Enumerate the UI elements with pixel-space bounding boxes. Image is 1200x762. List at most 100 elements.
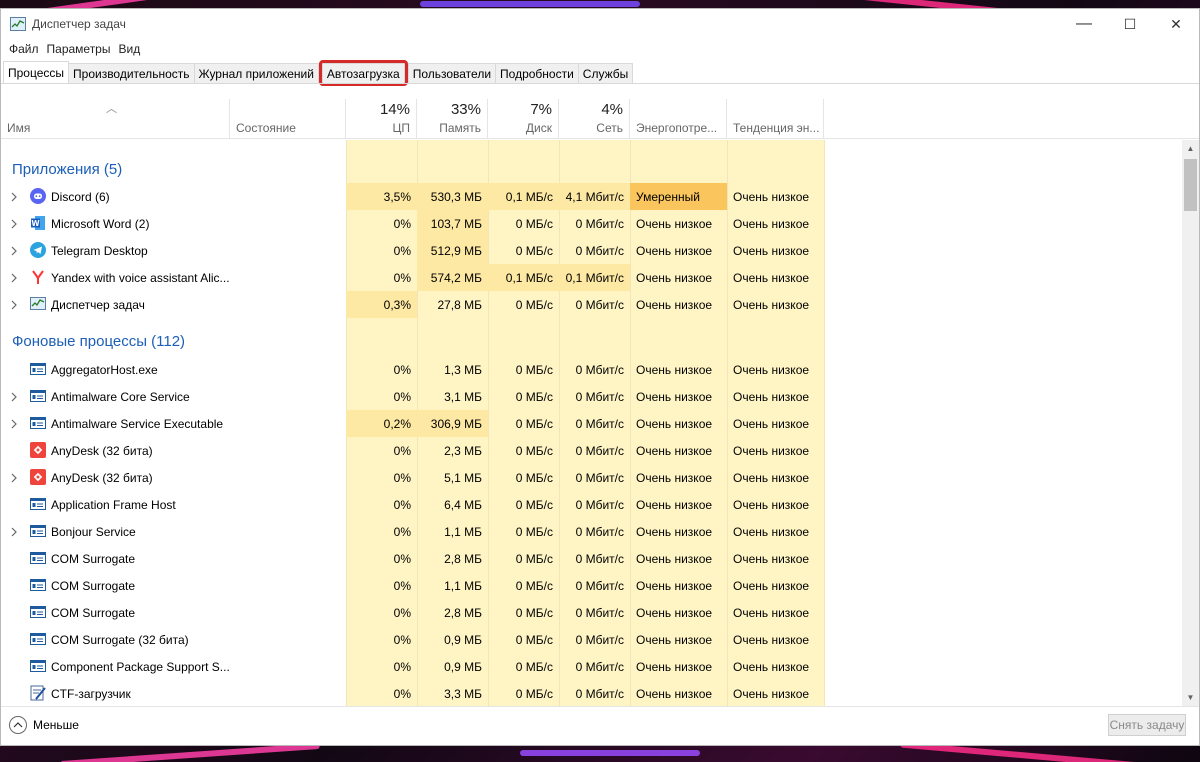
process-row[interactable]: AnyDesk (32 бита) 0% 5,1 МБ 0 МБ/с 0 Мбит/с О… bbox=[1, 464, 824, 491]
cpu-value: 0% bbox=[393, 443, 411, 458]
column-status[interactable]: Состояние bbox=[230, 99, 346, 139]
process-row[interactable]: CTF-загрузчик 0% 3,3 МБ 0 МБ/с 0 Мбит/с Очень… bbox=[1, 680, 824, 706]
power-trend-value: Очень низкое bbox=[733, 270, 810, 285]
column-name-label: Имя bbox=[7, 121, 31, 135]
process-row[interactable]: Antimalware Core Service 0% 3,1 МБ 0 МБ/с 0 … bbox=[1, 383, 824, 410]
service-icon bbox=[30, 658, 46, 674]
process-row[interactable]: COM Surrogate 0% 2,8 МБ 0 МБ/с 0 Мбит/с Очень… bbox=[1, 599, 824, 626]
footer: Меньше Снять задачу bbox=[1, 706, 1199, 745]
scroll-up-icon[interactable]: ▲ bbox=[1182, 140, 1199, 157]
memory-value: 6,4 МБ bbox=[444, 497, 482, 512]
end-task-button[interactable]: Снять задачу bbox=[1108, 714, 1186, 736]
process-row[interactable]: Диспетчер задач 0,3% 27,8 МБ 0 МБ/с 0 Мбит/с… bbox=[1, 291, 824, 318]
power-trend-value: Очень низкое bbox=[733, 470, 810, 485]
disk-value: 0 МБ/с bbox=[515, 243, 553, 258]
menu-options[interactable]: Параметры bbox=[43, 42, 115, 56]
menu-file[interactable]: Файл bbox=[5, 42, 43, 56]
power-trend-value: Очень низкое bbox=[733, 189, 810, 204]
tab-details[interactable]: Подробности bbox=[495, 63, 579, 83]
column-network-label: Сеть bbox=[596, 121, 623, 135]
process-row[interactable]: Bonjour Service 0% 1,1 МБ 0 МБ/с 0 Мбит/с Оче… bbox=[1, 518, 824, 545]
process-name: COM Surrogate bbox=[51, 551, 136, 566]
section-apps: Приложения (5) bbox=[12, 160, 123, 178]
disk-value: 0 МБ/с bbox=[515, 297, 553, 312]
process-name: AggregatorHost.exe bbox=[51, 362, 158, 377]
network-value: 0 Мбит/с bbox=[575, 524, 624, 539]
process-name: Microsoft Word (2) bbox=[51, 216, 150, 231]
column-network[interactable]: 4% Сеть bbox=[559, 99, 630, 139]
process-row[interactable]: Yandex with voice assistant Alic... 0% 574… bbox=[1, 264, 824, 291]
power-usage-value: Очень низкое bbox=[636, 524, 713, 539]
tab-startup[interactable]: Автозагрузка bbox=[318, 60, 408, 86]
power-usage-value: Очень низкое bbox=[636, 389, 713, 404]
fewer-details-button[interactable]: Меньше bbox=[9, 716, 79, 734]
process-name: Application Frame Host bbox=[51, 497, 176, 512]
process-name: Yandex with voice assistant Alic... bbox=[51, 270, 230, 285]
process-name: AnyDesk (32 бита) bbox=[51, 443, 153, 458]
menu-view[interactable]: Вид bbox=[114, 42, 144, 56]
cpu-value: 0% bbox=[393, 686, 411, 701]
column-power[interactable]: Энергопотре... bbox=[630, 99, 727, 139]
column-disk-label: Диск bbox=[525, 121, 552, 135]
tab-services[interactable]: Службы bbox=[577, 63, 634, 83]
expand-chevron-icon[interactable] bbox=[10, 218, 18, 229]
expand-chevron-icon[interactable] bbox=[10, 245, 18, 256]
minimize-button[interactable]: — bbox=[1061, 9, 1107, 39]
tab-users[interactable]: Пользователи bbox=[407, 63, 497, 83]
process-row[interactable]: Telegram Desktop 0% 512,9 МБ 0 МБ/с 0 Мбит/с… bbox=[1, 237, 824, 264]
expand-chevron-icon[interactable] bbox=[10, 472, 18, 483]
process-row[interactable]: COM Surrogate 0% 1,1 МБ 0 МБ/с 0 Мбит/с Очень… bbox=[1, 572, 824, 599]
process-row[interactable]: Application Frame Host 0% 6,4 МБ 0 МБ/с 0 Мб… bbox=[1, 491, 824, 518]
process-row[interactable]: COM Surrogate (32 бита) 0% 0,9 МБ 0 МБ/с 0 М… bbox=[1, 626, 824, 653]
service-icon bbox=[30, 523, 46, 539]
process-row[interactable]: Component Package Support S... 0% 0,9 МБ 0 … bbox=[1, 653, 824, 680]
process-row[interactable]: AggregatorHost.exe 0% 1,3 МБ 0 МБ/с 0 Мбит/с… bbox=[1, 356, 824, 383]
scroll-thumb[interactable] bbox=[1184, 159, 1197, 211]
tab-performance[interactable]: Производительность bbox=[68, 63, 195, 83]
expand-chevron-icon[interactable] bbox=[10, 191, 18, 202]
power-trend-value: Очень низкое bbox=[733, 551, 810, 566]
disk-value: 0 МБ/с bbox=[515, 416, 553, 431]
scroll-down-icon[interactable]: ▼ bbox=[1182, 689, 1199, 706]
process-row[interactable]: COM Surrogate 0% 2,8 МБ 0 МБ/с 0 Мбит/с Очень… bbox=[1, 545, 824, 572]
process-row[interactable]: Antimalware Service Executable 0,2% 306,9 … bbox=[1, 410, 824, 437]
cpu-value: 0,3% bbox=[346, 291, 417, 318]
process-name: Telegram Desktop bbox=[51, 243, 148, 258]
memory-value: 1,1 МБ bbox=[444, 578, 482, 593]
service-icon bbox=[30, 415, 46, 431]
column-power-trend[interactable]: Тенденция эн... bbox=[727, 99, 824, 139]
network-value: 0 Мбит/с bbox=[575, 443, 624, 458]
cpu-value: 0% bbox=[393, 605, 411, 620]
vertical-scrollbar[interactable]: ▲ ▼ bbox=[1182, 140, 1199, 706]
sort-ascending-icon: ︿ bbox=[106, 103, 117, 115]
maximize-button[interactable]: ☐ bbox=[1107, 9, 1153, 39]
ctf-icon bbox=[30, 685, 46, 701]
tab-app-history[interactable]: Журнал приложений bbox=[193, 63, 319, 83]
expand-chevron-icon[interactable] bbox=[10, 299, 18, 310]
memory-value: 306,9 МБ bbox=[417, 410, 488, 437]
column-name[interactable]: ︿ Имя bbox=[1, 99, 230, 139]
network-value: 0 Мбит/с bbox=[575, 389, 624, 404]
svg-text:W: W bbox=[31, 219, 40, 228]
column-memory[interactable]: 33% Память bbox=[417, 99, 488, 139]
column-status-label: Состояние bbox=[236, 121, 296, 135]
expand-chevron-icon[interactable] bbox=[10, 391, 18, 402]
disk-value: 0 МБ/с bbox=[515, 578, 553, 593]
expand-chevron-icon[interactable] bbox=[10, 272, 18, 283]
process-list: Приложения (5) Фоновые процессы (112) Di… bbox=[1, 140, 1183, 706]
column-disk[interactable]: 7% Диск bbox=[488, 99, 559, 139]
tab-processes[interactable]: Процессы bbox=[3, 61, 70, 83]
anydesk-icon bbox=[30, 442, 46, 458]
expand-chevron-icon[interactable] bbox=[10, 418, 18, 429]
process-row[interactable]: AnyDesk (32 бита) 0% 2,3 МБ 0 МБ/с 0 Мбит/с О… bbox=[1, 437, 824, 464]
memory-value: 3,3 МБ bbox=[444, 686, 482, 701]
process-row[interactable]: W Microsoft Word (2) 0% 103,7 МБ 0 МБ/с 0 Мби… bbox=[1, 210, 824, 237]
process-name: COM Surrogate (32 бита) bbox=[51, 632, 189, 647]
close-button[interactable]: ✕ bbox=[1153, 9, 1199, 39]
expand-chevron-icon[interactable] bbox=[10, 526, 18, 537]
disk-value: 0 МБ/с bbox=[515, 686, 553, 701]
process-row[interactable]: Discord (6) 3,5% 530,3 МБ 0,1 МБ/с 4,1 Мбит/… bbox=[1, 183, 824, 210]
column-cpu[interactable]: 14% ЦП bbox=[346, 99, 417, 139]
network-value: 0 Мбит/с bbox=[575, 632, 624, 647]
power-trend-value: Очень низкое bbox=[733, 243, 810, 258]
